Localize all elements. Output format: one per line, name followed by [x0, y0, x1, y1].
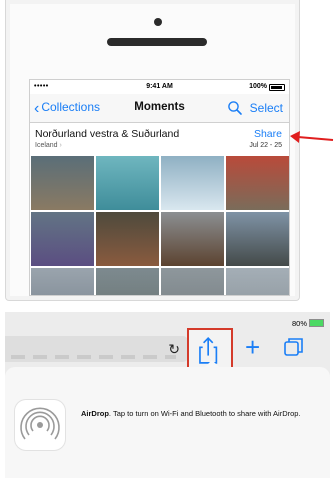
- status-bar: ••••• 9:41 AM 100%: [30, 80, 289, 94]
- airdrop-title: AirDrop: [81, 409, 109, 418]
- earpiece-speaker: [107, 38, 207, 46]
- moment-location[interactable]: Iceland ›: [35, 142, 62, 149]
- moment-location-label: Iceland: [35, 142, 58, 149]
- back-button-label: Collections: [41, 100, 101, 114]
- navigation-bar: ‹ Collections Moments Select: [30, 94, 289, 123]
- back-to-collections-button[interactable]: ‹ Collections: [34, 100, 101, 117]
- photo-bottom-3[interactable]: [161, 268, 224, 295]
- select-button[interactable]: Select: [250, 101, 283, 115]
- photo-woman-red-jacket[interactable]: [226, 156, 289, 210]
- airdrop-icon: [20, 407, 60, 440]
- moment-date-range: Jul 22 - 25: [249, 142, 282, 149]
- photo-road[interactable]: [226, 212, 289, 266]
- tabs-overview-icon[interactable]: [284, 337, 304, 357]
- iphone-frame: ••••• 9:41 AM 100% ‹ Collections Moments …: [5, 0, 300, 301]
- photo-horse[interactable]: [161, 212, 224, 266]
- photo-water-slide[interactable]: [161, 156, 224, 210]
- battery-icon: [269, 84, 285, 91]
- battery-icon: [309, 319, 324, 327]
- search-icon[interactable]: [227, 100, 243, 116]
- ipad-status-bar: 80%: [292, 319, 324, 328]
- battery-percentage: 100%: [249, 83, 267, 90]
- airdrop-button[interactable]: [15, 400, 65, 450]
- share-button[interactable]: Share: [254, 128, 282, 140]
- faded-bookmarks-bar: [11, 355, 176, 359]
- photo-bottom-2[interactable]: [96, 268, 159, 295]
- photos-app-screen: ••••• 9:41 AM 100% ‹ Collections Moments …: [29, 79, 290, 296]
- photo-bottom-4[interactable]: [226, 268, 289, 295]
- ipad-battery-percentage: 80%: [291, 319, 307, 328]
- photo-hot-spring[interactable]: [96, 156, 159, 210]
- photo-lupine-field[interactable]: [31, 212, 94, 266]
- chevron-right-icon: ›: [59, 142, 62, 149]
- airdrop-message: AirDrop. Tap to turn on Wi-Fi and Blueto…: [81, 409, 311, 419]
- front-camera: [154, 18, 162, 26]
- chevron-left-icon: ‹: [34, 100, 40, 117]
- address-bar[interactable]: ↻: [5, 336, 188, 362]
- red-arrow-annotation: [290, 131, 334, 143]
- photo-grid: [31, 156, 289, 295]
- share-sheet: AirDrop. Tap to turn on Wi-Fi and Blueto…: [5, 367, 330, 478]
- photo-woman-portrait[interactable]: [96, 212, 159, 266]
- photo-bottom-1[interactable]: [31, 268, 94, 295]
- moment-header: Norðurland vestra & Suðurland Iceland › …: [30, 123, 289, 155]
- airdrop-message-text: . Tap to turn on Wi-Fi and Bluetooth to …: [108, 409, 301, 418]
- moment-title: Norðurland vestra & Suðurland: [35, 128, 180, 140]
- ipad-share-sheet-screenshot: 80% ↻ + AirDrop. Tap to turn on Wi-Fi an…: [5, 312, 330, 478]
- photo-aerial-town[interactable]: [31, 156, 94, 210]
- new-tab-plus-icon[interactable]: +: [245, 334, 260, 360]
